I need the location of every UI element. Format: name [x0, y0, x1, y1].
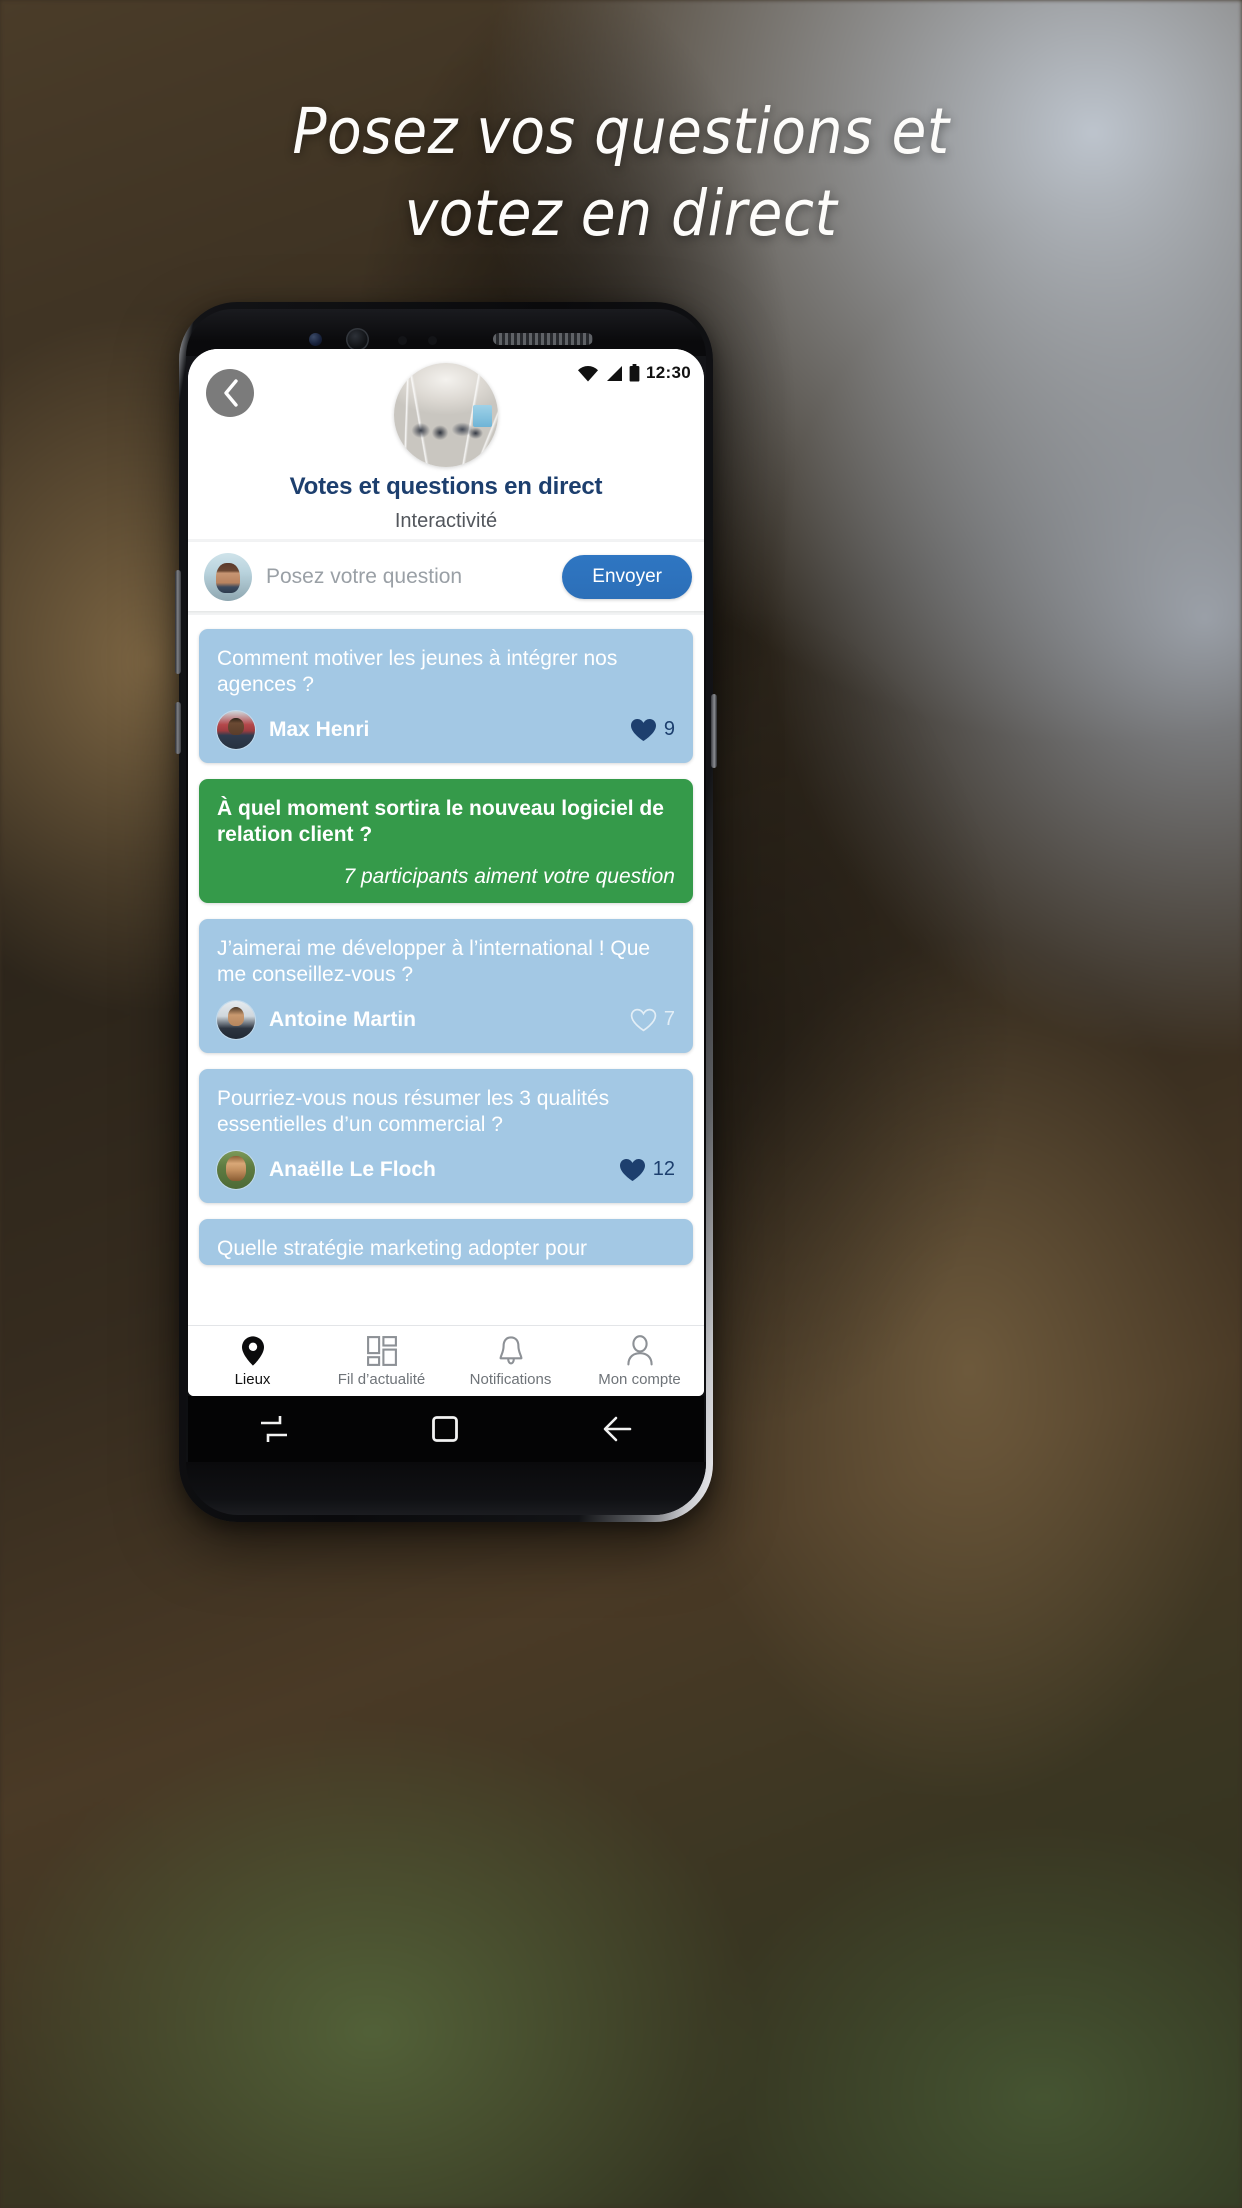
question-text: À quel moment sortira le nouveau logicie…	[217, 796, 664, 847]
volume-button[interactable]	[175, 570, 181, 674]
status-bar-time: 12:30	[646, 363, 691, 382]
map-pin-icon	[188, 1334, 317, 1368]
page-subtitle: Interactivité	[394, 510, 498, 532]
assistant-button[interactable]	[175, 702, 181, 754]
questions-feed[interactable]: Comment motiver les jeunes à intégrer no…	[188, 615, 704, 1332]
tab-label: Lieux	[234, 1371, 271, 1388]
tab-mon-compte[interactable]: Mon compte	[575, 1334, 704, 1388]
person-icon	[575, 1334, 704, 1368]
tab-label: Fil d’actualité	[337, 1371, 426, 1388]
question-text: Quelle stratégie marketing adopter pour	[217, 1236, 588, 1260]
question-author: Antoine Martin	[269, 1007, 416, 1031]
like-count: 12	[652, 1158, 675, 1181]
headline-line-1: Posez vos questions et	[292, 95, 950, 168]
iris-sensor-icon	[309, 333, 322, 346]
proximity-sensor-icon	[398, 336, 407, 345]
phone-bottom-bezel	[186, 1462, 706, 1515]
question-card-footer: Antoine Martin 7	[217, 1000, 675, 1039]
ask-bar: Posez votre question Envoyer	[188, 542, 704, 611]
event-avatar-people	[408, 417, 484, 445]
question-card[interactable]: J’aimerai me développer à l’internationa…	[199, 918, 693, 1053]
avatar	[204, 552, 252, 601]
home-square-icon[interactable]	[429, 1413, 461, 1445]
tab-label: Notifications	[469, 1371, 552, 1388]
tab-label: Mon compte	[598, 1371, 681, 1388]
arrow-left-icon[interactable]	[600, 1413, 634, 1445]
heart-filled-icon	[630, 718, 656, 741]
headline-line-2: votez en direct	[404, 177, 838, 250]
tab-lieux[interactable]: Lieux	[188, 1334, 317, 1388]
bottom-tab-bar: Lieux Fil d’actualité Notifications Mon …	[188, 1325, 704, 1396]
wifi-icon	[578, 365, 599, 381]
question-card[interactable]: Pourriez-vous nous résumer les 3 qualité…	[199, 1068, 693, 1203]
front-camera-icon	[346, 328, 369, 351]
question-card[interactable]: Quelle stratégie marketing adopter pour	[199, 1218, 693, 1265]
question-like-note: 7 participants aiment votre question	[343, 864, 675, 888]
grid-icon	[317, 1334, 446, 1368]
like-count: 7	[663, 1008, 675, 1031]
like-control[interactable]: 12	[619, 1158, 675, 1182]
question-card[interactable]: Comment motiver les jeunes à intégrer no…	[199, 629, 693, 763]
phone-device-mockup: 12:30 Votes et questions en direct Inter…	[175, 302, 717, 1522]
like-count: 9	[663, 718, 675, 741]
bell-icon	[446, 1334, 575, 1368]
page-title: Votes et questions en direct	[289, 473, 603, 500]
earpiece-speaker	[493, 333, 593, 345]
question-input[interactable]: Posez votre question	[266, 565, 562, 589]
app-header: 12:30 Votes et questions en direct Inter…	[188, 349, 704, 539]
event-avatar[interactable]	[394, 363, 498, 467]
promo-headline: Posez vos questions et votez en direct	[0, 100, 1242, 245]
recents-icon[interactable]	[258, 1413, 290, 1445]
tab-fil-dactualite[interactable]: Fil d’actualité	[317, 1334, 446, 1388]
question-card-footer: Anaëlle Le Floch 12	[217, 1150, 675, 1189]
status-bar: 12:30	[577, 363, 691, 383]
question-author: Max Henri	[269, 717, 370, 741]
battery-icon	[629, 364, 640, 382]
chevron-left-icon	[223, 379, 238, 407]
signal-icon	[607, 365, 623, 381]
question-author: Anaëlle Le Floch	[269, 1157, 436, 1181]
avatar	[217, 710, 255, 749]
like-control[interactable]: 7	[630, 1008, 675, 1032]
send-button[interactable]: Envoyer	[562, 554, 692, 599]
back-button[interactable]	[206, 369, 254, 417]
ask-bar-container: Posez votre question Envoyer	[188, 539, 704, 615]
light-sensor-icon	[428, 336, 437, 345]
heart-filled-icon	[619, 1158, 645, 1181]
avatar	[217, 1150, 255, 1189]
tab-notifications[interactable]: Notifications	[446, 1334, 575, 1388]
question-text: Comment motiver les jeunes à intégrer no…	[217, 647, 618, 697]
power-button[interactable]	[711, 694, 717, 768]
question-text: Pourriez-vous nous résumer les 3 qualité…	[217, 1086, 610, 1137]
question-card-footer: Max Henri 9	[217, 710, 675, 749]
own-question-card[interactable]: À quel moment sortira le nouveau logicie…	[199, 778, 693, 903]
phone-screen: 12:30 Votes et questions en direct Inter…	[188, 349, 704, 1396]
question-text: J’aimerai me développer à l’internationa…	[217, 936, 651, 987]
like-control[interactable]: 9	[630, 718, 675, 742]
android-navigation-bar	[188, 1396, 704, 1462]
heart-outline-icon	[630, 1008, 657, 1032]
avatar	[217, 1000, 255, 1039]
